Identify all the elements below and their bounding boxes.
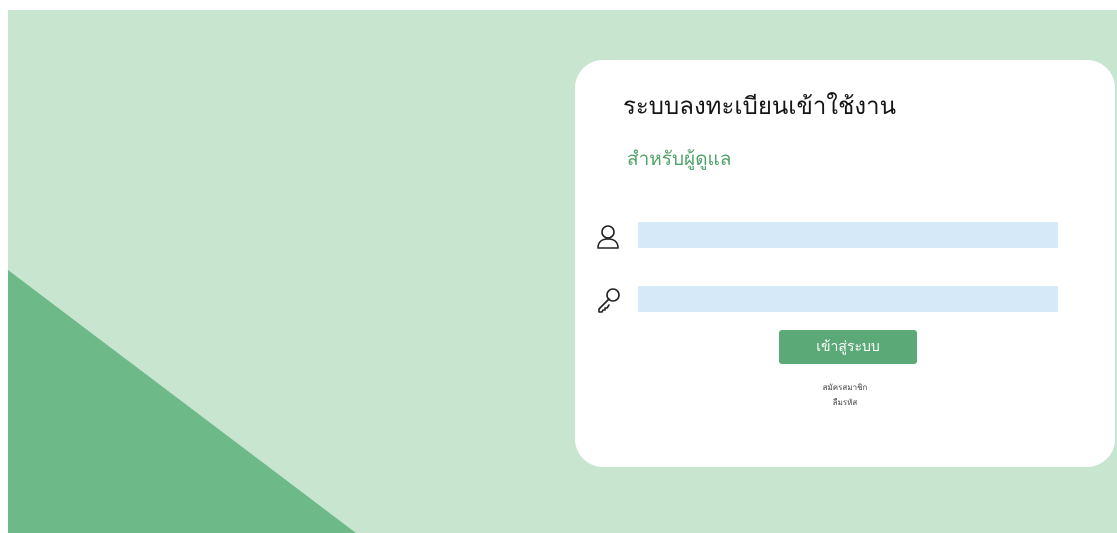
- login-background: ระบบลงทะเบียนเข้าใช้งาน สำหรับผู้ดูแล เข…: [8, 10, 1117, 533]
- login-card: ระบบลงทะเบียนเข้าใช้งาน สำหรับผู้ดูแล เข…: [575, 60, 1115, 467]
- user-icon: [597, 225, 619, 249]
- register-link[interactable]: สมัครสมาชิก: [575, 381, 1115, 394]
- forgot-password-link[interactable]: ลืมรหัส: [575, 396, 1115, 409]
- password-field[interactable]: [638, 286, 1058, 312]
- page-subtitle: สำหรับผู้ดูแล: [627, 148, 732, 170]
- page-title: ระบบลงทะเบียนเข้าใช้งาน: [623, 92, 896, 120]
- username-field[interactable]: [638, 222, 1058, 248]
- login-button[interactable]: เข้าสู่ระบบ: [779, 330, 917, 364]
- key-icon: [598, 288, 620, 313]
